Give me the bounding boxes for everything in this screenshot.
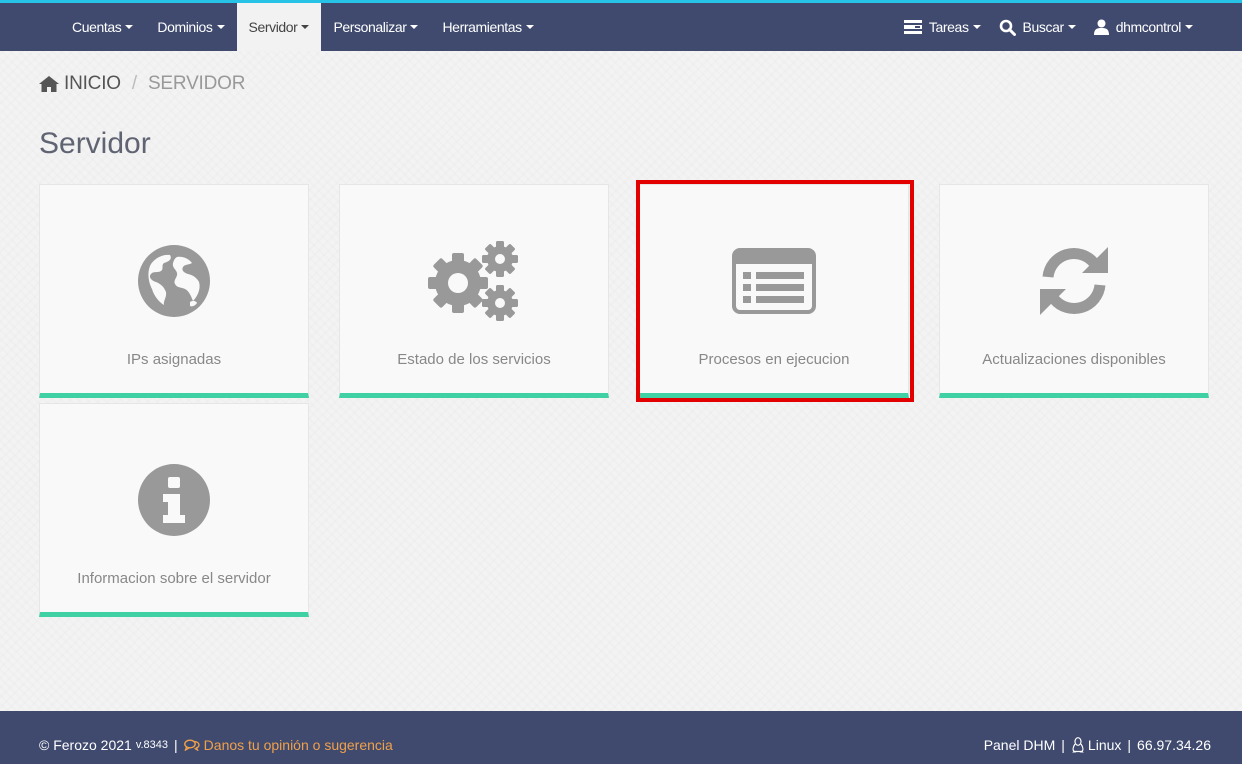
breadcrumb-current: SERVIDOR <box>147 73 246 94</box>
caret-down-icon <box>1067 25 1076 29</box>
footer: © Ferozo 2021 v.8343 | Danos tu opinión … <box>0 711 1242 764</box>
caret-down-icon <box>301 25 310 29</box>
top-navbar: Cuentas Dominios Servidor Personalizar H… <box>0 0 1242 51</box>
nav-servidor[interactable]: Servidor <box>236 3 322 51</box>
tile-estado-servicios[interactable]: Estado de los servicios <box>339 184 609 398</box>
tile-ips-asignadas[interactable]: IPs asignadas <box>39 184 309 398</box>
nav-herramientas[interactable]: Herramientas <box>430 3 545 51</box>
breadcrumb-home-label: INICIO <box>64 73 121 94</box>
nav-servidor-label: Servidor <box>248 19 298 35</box>
nav-personalizar-label: Personalizar <box>333 19 407 35</box>
caret-down-icon <box>1185 25 1193 29</box>
tile-label: Estado de los servicios <box>397 351 551 368</box>
caret-down-icon <box>125 25 134 29</box>
server-ip: 66.97.34.26 <box>1137 737 1211 753</box>
tile-label: Procesos en ejecucion <box>698 351 850 368</box>
linux-icon <box>1071 737 1085 753</box>
page-title: Servidor <box>39 127 151 160</box>
main-menu: Cuentas Dominios Servidor Personalizar H… <box>60 3 546 51</box>
version: v.8343 <box>135 739 169 751</box>
breadcrumb: INICIO / SERVIDOR <box>39 73 245 95</box>
breadcrumb-separator: / <box>131 73 137 94</box>
user-label: dhmcontrol <box>1115 19 1182 35</box>
tasks-menu[interactable]: Tareas <box>895 3 990 51</box>
comments-icon <box>183 739 200 751</box>
tile-label: Actualizaciones disponibles <box>982 351 1166 368</box>
breadcrumb-home[interactable]: INICIO <box>39 73 121 95</box>
footer-right: Panel DHM | Linux | 66.97.34.26 <box>984 737 1211 753</box>
footer-separator: | <box>174 737 178 753</box>
tile-label: IPs asignadas <box>126 351 222 368</box>
search-icon <box>999 19 1016 36</box>
tile-actualizaciones[interactable]: Actualizaciones disponibles <box>939 184 1209 398</box>
user-menu-bar: Tareas Buscar dhmcontrol <box>895 3 1202 51</box>
nav-cuentas[interactable]: Cuentas <box>60 3 145 51</box>
nav-herramientas-label: Herramientas <box>442 19 522 35</box>
feedback-link[interactable]: Danos tu opinión o sugerencia <box>183 737 393 753</box>
list-icon <box>640 241 908 321</box>
os-name: Linux <box>1087 737 1122 753</box>
user-icon <box>1093 19 1109 35</box>
gears-icon <box>340 241 608 321</box>
caret-down-icon <box>410 25 419 29</box>
globe-icon <box>40 241 308 321</box>
nav-personalizar[interactable]: Personalizar <box>321 3 430 51</box>
footer-separator: | <box>1061 737 1065 753</box>
nav-cuentas-label: Cuentas <box>72 19 122 35</box>
nav-dominios-label: Dominios <box>157 19 213 35</box>
tile-label: Informacion sobre el servidor <box>77 570 271 587</box>
footer-left: © Ferozo 2021 v.8343 | Danos tu opinión … <box>39 737 393 753</box>
user-menu[interactable]: dhmcontrol <box>1085 3 1202 51</box>
copyright: © Ferozo 2021 <box>39 737 132 753</box>
refresh-icon <box>940 241 1208 321</box>
tile-procesos-ejecucion[interactable]: Procesos en ejecucion <box>639 184 909 398</box>
info-icon <box>40 460 308 540</box>
footer-separator: | <box>1127 737 1132 753</box>
caret-down-icon <box>216 25 225 29</box>
home-icon <box>39 76 59 92</box>
tasks-label: Tareas <box>928 19 969 35</box>
tasks-icon <box>903 20 922 34</box>
search-menu[interactable]: Buscar <box>990 3 1085 51</box>
tile-informacion-servidor[interactable]: Informacion sobre el servidor <box>39 403 309 617</box>
caret-down-icon <box>525 25 534 29</box>
panel-name: Panel DHM <box>983 737 1056 753</box>
nav-dominios[interactable]: Dominios <box>145 3 236 51</box>
caret-down-icon <box>972 25 981 29</box>
feedback-label: Danos tu opinión o sugerencia <box>203 737 393 753</box>
search-label: Buscar <box>1022 19 1065 35</box>
